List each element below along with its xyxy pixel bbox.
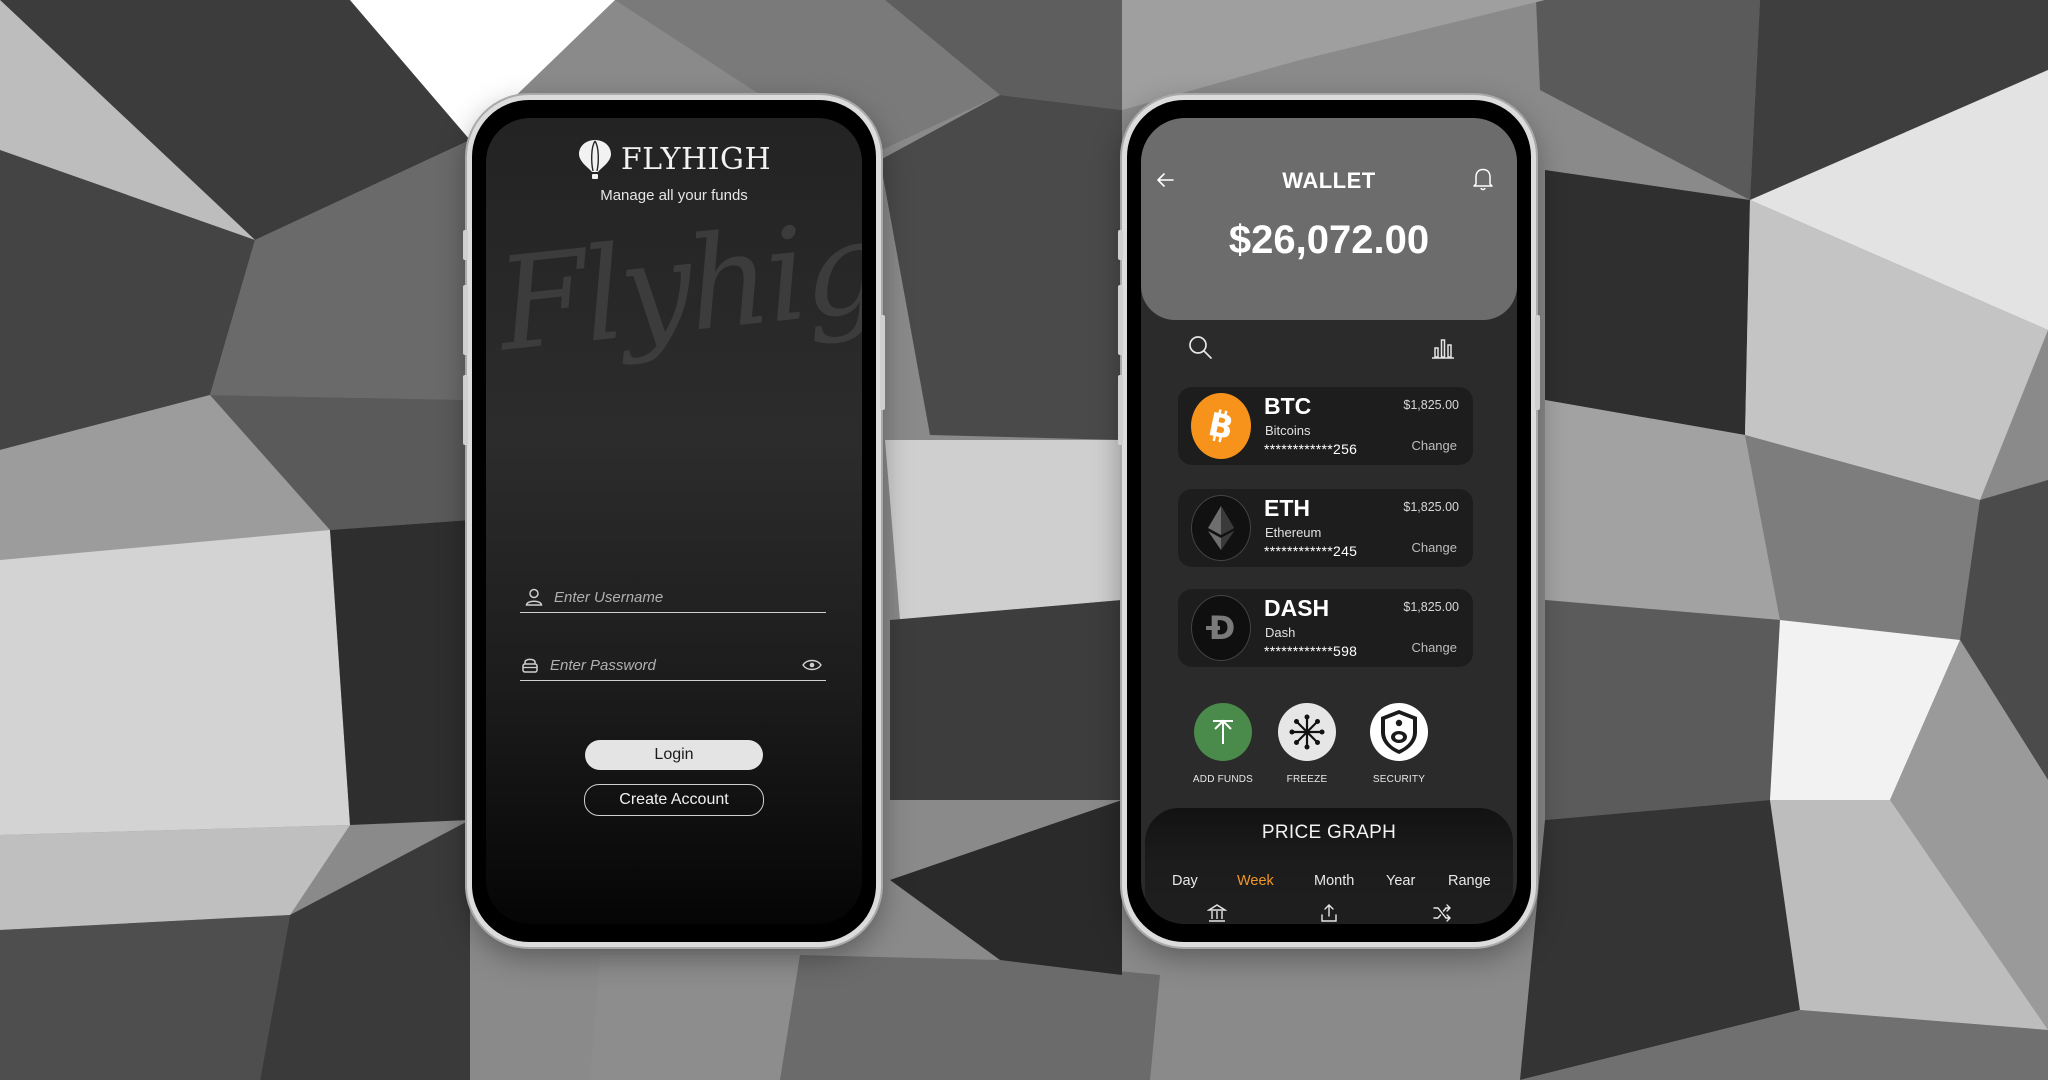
range-tabs: Day Week Month Year Range	[1141, 873, 1517, 893]
shuffle-icon[interactable]	[1432, 903, 1452, 923]
bar-chart-icon[interactable]	[1431, 336, 1455, 360]
coin-card-btc[interactable]: B BTC Bitcoins ************256 $1,825.00…	[1178, 387, 1473, 465]
change-link[interactable]: Change	[1411, 438, 1457, 453]
create-account-button[interactable]: Create Account	[584, 784, 764, 816]
coin-account: ************256	[1264, 441, 1358, 457]
bitcoin-icon: B	[1191, 393, 1251, 459]
wallet-balance: $26,072.00	[1228, 218, 1430, 262]
bank-icon[interactable]	[1207, 903, 1227, 923]
bell-icon[interactable]	[1471, 166, 1495, 192]
tab-day[interactable]: Day	[1172, 873, 1198, 889]
coin-card-eth[interactable]: ETH Ethereum ************245 $1,825.00 C…	[1178, 489, 1473, 567]
username-input[interactable]: Enter Username	[554, 589, 826, 606]
coin-amount: $1,825.00	[1403, 500, 1459, 514]
coin-symbol: DASH	[1264, 595, 1330, 621]
password-input[interactable]: Enter Password	[550, 657, 802, 674]
lock-icon	[522, 658, 538, 673]
page-title: WALLET	[1282, 168, 1376, 193]
ethereum-icon	[1191, 495, 1251, 561]
eye-icon[interactable]	[802, 658, 822, 672]
wallet-phone-mockup: WALLET $26,072.00 B BTC Bitcoins *******…	[1118, 95, 1540, 947]
action-label: SECURITY	[1372, 774, 1426, 785]
coin-account: ************245	[1264, 543, 1358, 559]
tab-range[interactable]: Range	[1448, 873, 1491, 889]
tab-week[interactable]: Week	[1237, 873, 1274, 889]
brand-header: FLYHIGH Manage all your funds	[486, 138, 862, 204]
dash-icon: D	[1191, 595, 1251, 661]
brand-name: FLYHIGH	[620, 141, 772, 177]
tab-month[interactable]: Month	[1314, 873, 1354, 889]
balloon-icon	[578, 140, 611, 179]
login-phone-mockup: FLYHIGH Manage all your funds Flyhigh En…	[463, 95, 885, 947]
tab-year[interactable]: Year	[1386, 873, 1415, 889]
login-button[interactable]: Login	[585, 740, 763, 770]
coin-symbol: ETH	[1264, 495, 1310, 521]
snowflake-icon	[1278, 703, 1336, 761]
security-button[interactable]: SECURITY	[1363, 703, 1435, 785]
change-link[interactable]: Change	[1411, 540, 1457, 555]
user-icon	[525, 588, 543, 606]
watermark-text: Flyhigh	[491, 183, 862, 381]
change-link[interactable]: Change	[1411, 640, 1457, 655]
coin-symbol: BTC	[1264, 393, 1312, 419]
coin-account: ************598	[1264, 643, 1358, 659]
search-icon[interactable]	[1187, 334, 1213, 360]
wallet-screen: WALLET $26,072.00 B BTC Bitcoins *******…	[1141, 118, 1517, 924]
coin-name: Dash	[1265, 625, 1296, 640]
freeze-button[interactable]: FREEZE	[1271, 703, 1343, 785]
action-label: FREEZE	[1286, 774, 1328, 785]
coin-amount: $1,825.00	[1403, 600, 1459, 614]
bottom-nav	[1141, 903, 1517, 923]
lowpoly-background	[0, 0, 2048, 1080]
password-field[interactable]: Enter Password	[520, 650, 826, 681]
coin-amount: $1,825.00	[1403, 398, 1459, 412]
upload-icon[interactable]	[1319, 903, 1339, 923]
price-graph-title: PRICE GRAPH	[1261, 822, 1397, 843]
add-funds-button[interactable]: ADD FUNDS	[1187, 703, 1259, 785]
arrow-up-icon	[1194, 703, 1252, 761]
action-label: ADD FUNDS	[1192, 774, 1254, 785]
shield-lock-icon	[1370, 703, 1428, 761]
coin-name: Ethereum	[1265, 525, 1322, 540]
coin-card-dash[interactable]: D DASH Dash ************598 $1,825.00 Ch…	[1178, 589, 1473, 667]
coin-name: Bitcoins	[1265, 423, 1311, 438]
username-field[interactable]: Enter Username	[520, 582, 826, 613]
login-screen: FLYHIGH Manage all your funds Flyhigh En…	[486, 118, 862, 924]
